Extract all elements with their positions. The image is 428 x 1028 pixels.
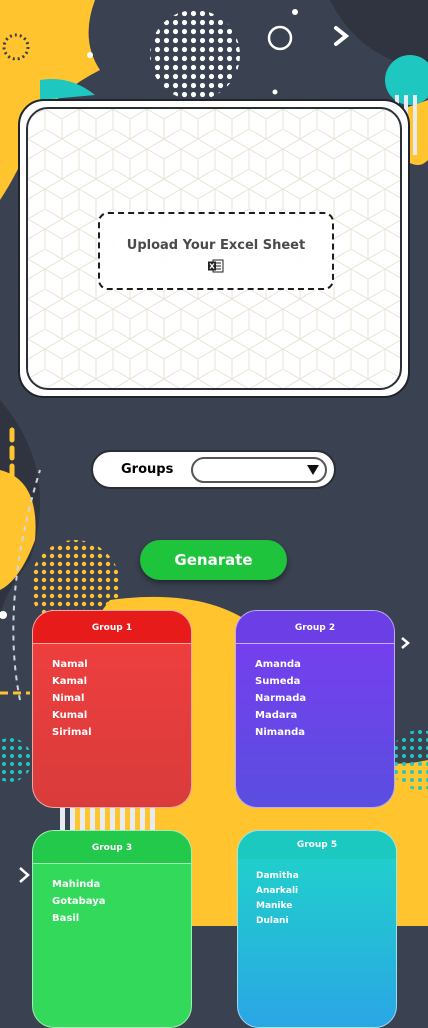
member-name: Sirimal	[52, 727, 92, 738]
chevron-down-icon	[307, 465, 319, 475]
member-name: Dulani	[256, 916, 289, 926]
member-name: Namal	[52, 659, 88, 670]
member-name: Gotabaya	[52, 896, 106, 907]
member-list: Amanda Sumeda Narmada Madara Nimanda	[236, 644, 394, 741]
group-card: Group 1 Namal Kamal Nimal Kumal Sirimal	[32, 610, 192, 808]
member-list: Namal Kamal Nimal Kumal Sirimal	[33, 644, 191, 741]
upload-card: Upload Your Excel Sheet	[18, 99, 410, 398]
member-name: Anarkali	[256, 886, 299, 896]
member-name: Narmada	[255, 693, 307, 704]
member-name: Mahinda	[52, 879, 101, 890]
member-name: Damitha	[256, 871, 299, 881]
upload-label: Upload Your Excel Sheet	[126, 238, 306, 253]
group-card: Group 3 Mahinda Gotabaya Basil	[32, 830, 192, 1028]
upload-card-inner: Upload Your Excel Sheet	[26, 107, 402, 390]
groups-selector: Groups	[91, 450, 336, 489]
member-list: Mahinda Gotabaya Basil	[33, 864, 191, 927]
member-list: Damitha Anarkali Manike Dulani	[238, 859, 396, 929]
excel-upload-dropzone[interactable]: Upload Your Excel Sheet	[98, 212, 334, 290]
group-title: Group 3	[33, 831, 191, 864]
generate-button[interactable]: Genarate	[140, 540, 287, 580]
group-card: Group 2 Amanda Sumeda Narmada Madara Nim…	[235, 610, 395, 808]
group-title: Group 2	[236, 611, 394, 644]
groups-dropdown[interactable]	[191, 457, 327, 483]
member-name: Nimal	[52, 693, 85, 704]
group-title: Group 1	[33, 611, 191, 644]
member-name: Basil	[52, 913, 80, 924]
member-name: Manike	[256, 901, 293, 911]
group-title: Group 5	[238, 831, 396, 859]
member-name: Madara	[255, 710, 298, 721]
member-name: Kumal	[52, 710, 88, 721]
excel-icon	[208, 259, 224, 273]
member-name: Kamal	[52, 676, 88, 687]
group-card: Group 5 Damitha Anarkali Manike Dulani	[237, 830, 397, 1028]
member-name: Nimanda	[255, 727, 305, 738]
member-name: Sumeda	[255, 676, 301, 687]
groups-label: Groups	[121, 462, 174, 477]
member-name: Amanda	[255, 659, 301, 670]
